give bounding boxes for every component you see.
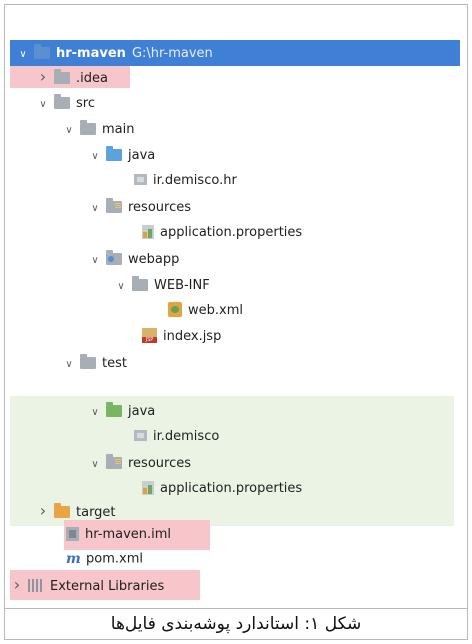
test-source-folder-icon [106, 401, 122, 417]
chevron-down-icon[interactable] [88, 450, 102, 478]
tree-item-label: ir.demisco [153, 429, 220, 444]
chevron-right-icon[interactable] [36, 64, 50, 91]
tree-item-label: application.properties [160, 481, 303, 496]
xml-file-icon [168, 302, 182, 317]
chevron-down-icon[interactable] [114, 272, 128, 300]
tree-item-label: web.xml [188, 303, 243, 318]
excluded-folder-icon [54, 502, 70, 518]
tree-item-label: ir.demisco.hr [153, 173, 237, 188]
tree-row-main-java[interactable]: java [10, 142, 155, 168]
package-icon [134, 174, 147, 185]
maven-icon: m [66, 551, 81, 567]
root-name: hr-maven [56, 46, 126, 61]
tree-row-package-hr[interactable]: ir.demisco.hr [10, 168, 237, 194]
tree-row-web-xml[interactable]: web.xml [10, 298, 243, 324]
tree-row-src[interactable]: src [10, 90, 95, 116]
tree-row-test[interactable]: test [10, 350, 127, 376]
properties-file-icon [142, 480, 154, 495]
tree-item-label: java [128, 148, 156, 163]
tree-item-label: WEB-INF [154, 278, 210, 293]
chevron-right-icon[interactable] [10, 572, 24, 599]
tree-item-label: hr-maven.iml [85, 527, 172, 542]
tree-item-label: application.properties [160, 225, 303, 240]
source-folder-icon [106, 145, 122, 161]
test-resources-folder-icon [106, 453, 122, 469]
figure-caption: شکل ۱: استاندارد پوشه‌بندی فایل‌ها [5, 608, 467, 639]
tree-row-index-jsp[interactable]: index.jsp [10, 324, 221, 350]
chevron-right-icon[interactable] [36, 498, 50, 525]
package-icon [134, 430, 147, 441]
chevron-down-icon[interactable] [88, 194, 102, 222]
folder-icon [132, 275, 148, 291]
properties-file-icon [142, 224, 154, 239]
folder-icon [80, 119, 96, 135]
tree-item-label: main [102, 122, 135, 137]
tree-item-label: src [76, 96, 95, 111]
folder-icon [54, 68, 70, 84]
tree-row-idea[interactable]: .idea [10, 64, 108, 90]
tree-item-label: resources [128, 200, 192, 215]
tree-item-label: target [76, 505, 116, 520]
tree-row-test-resources[interactable]: resources [10, 450, 191, 476]
chevron-down-icon[interactable] [62, 116, 76, 144]
chevron-down-icon[interactable] [36, 90, 50, 118]
tree-row-external-libraries[interactable]: External Libraries [10, 572, 164, 598]
resources-folder-icon [106, 197, 122, 213]
tree-row-main[interactable]: main [10, 116, 134, 142]
tree-item-label: resources [128, 456, 192, 471]
root-path: G:\hr-maven [131, 46, 213, 61]
tree-item-label: External Libraries [50, 579, 165, 594]
tree-row-root[interactable]: hr-maven G:\hr-maven [10, 40, 460, 66]
tree-item-label: java [128, 404, 156, 419]
tree-item-label: index.jsp [163, 329, 222, 344]
tree-row-main-properties[interactable]: application.properties [10, 220, 302, 246]
tree-row-test-java[interactable]: java [10, 398, 155, 424]
tree-row-target[interactable]: target [10, 498, 116, 524]
tree-row-package-demisco[interactable]: ir.demisco [10, 424, 219, 450]
tree-item-label: pom.xml [86, 551, 143, 567]
chevron-down-icon[interactable] [88, 142, 102, 170]
tree-item-label: .idea [76, 71, 108, 86]
module-file-icon [66, 526, 79, 541]
module-folder-icon [34, 43, 50, 59]
tree-row-web-inf[interactable]: WEB-INF [10, 272, 210, 298]
tree-item-label: test [102, 356, 127, 371]
folder-icon [54, 93, 70, 109]
project-tree: hr-mavenG:\hr-maven .idea src main java … [10, 38, 460, 604]
chevron-down-icon[interactable] [88, 398, 102, 426]
tree-row-webapp[interactable]: webapp [10, 246, 179, 272]
chevron-down-icon[interactable] [88, 246, 102, 274]
tree-item-label: webapp [128, 252, 180, 267]
tree-row-pom[interactable]: m pom.xml [10, 546, 143, 572]
chevron-down-icon[interactable] [62, 350, 76, 378]
folder-icon [80, 353, 96, 369]
tree-row-iml[interactable]: hr-maven.iml [10, 522, 171, 548]
jsp-file-icon [142, 328, 157, 343]
web-folder-icon [106, 249, 122, 265]
libraries-icon [28, 579, 44, 592]
tree-row-main-resources[interactable]: resources [10, 194, 191, 220]
